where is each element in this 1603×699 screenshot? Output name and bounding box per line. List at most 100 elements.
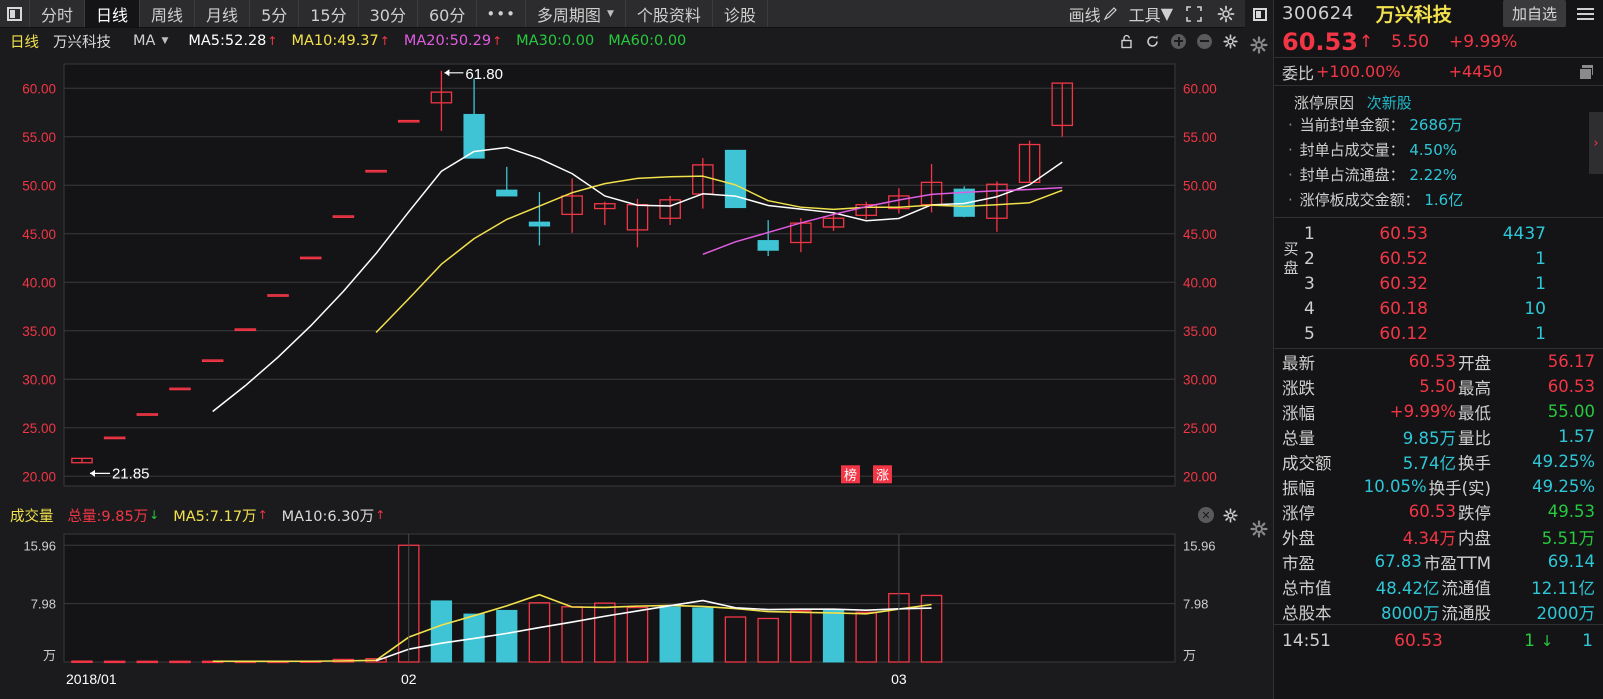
tab-60min[interactable]: 60分 bbox=[418, 0, 478, 27]
stat-value-left: 60.53 bbox=[1408, 352, 1456, 371]
current-price: 60.53 bbox=[1282, 28, 1358, 56]
price-chart[interactable]: 60.00 60.00 55.00 55.00 50.00 50.00 45.00 45.00… bbox=[0, 54, 1245, 502]
bid-price: 60.53 bbox=[1379, 223, 1428, 244]
chart-badge[interactable]: 涨 bbox=[876, 468, 889, 483]
stat-value-right: 49.25% bbox=[1532, 452, 1595, 471]
volume-settings-gear-icon[interactable] bbox=[1222, 507, 1239, 524]
price-axis-label-right: 25.00 bbox=[1183, 421, 1217, 436]
stat-row: 总股本 8000万 流通股 2000万 bbox=[1274, 599, 1603, 624]
volume-ma5: MA5:7.17万 bbox=[173, 508, 257, 525]
reason-value: 4.50% bbox=[1409, 141, 1458, 159]
close-icon[interactable]: ✕ bbox=[1198, 507, 1214, 523]
zoom-in-icon[interactable] bbox=[1170, 33, 1187, 50]
reason-title-text: 涨停原因 bbox=[1294, 94, 1355, 112]
refresh-icon[interactable] bbox=[1144, 33, 1161, 50]
chart-badge[interactable]: 榜 bbox=[844, 467, 857, 483]
reason-tag[interactable]: 次新股 bbox=[1367, 94, 1412, 112]
stat-value-left: 9.85万 bbox=[1402, 428, 1456, 448]
volume-axis-label-right: 15.96 bbox=[1183, 538, 1216, 553]
bullet-icon: · bbox=[1288, 191, 1293, 209]
price-axis-label-right: 50.00 bbox=[1183, 178, 1217, 193]
volume-unit-left: 万 bbox=[43, 649, 56, 664]
tab-zhouxian[interactable]: 周线 bbox=[140, 0, 196, 27]
up-arrow-icon: ↑ bbox=[1358, 32, 1374, 52]
price-axis-label-right: 45.00 bbox=[1183, 227, 1217, 242]
tab-rixian[interactable]: 日线 bbox=[85, 0, 141, 27]
up-arrow-icon: ↑ bbox=[492, 34, 503, 48]
right-settings-gear-icon[interactable] bbox=[1250, 36, 1268, 58]
stock-info-button[interactable]: 个股资料 bbox=[626, 0, 713, 27]
stat-label-left: 市盈 bbox=[1282, 553, 1315, 573]
bid-row[interactable]: 2 60.52 1 bbox=[1274, 246, 1603, 271]
bid-level: 2 bbox=[1304, 248, 1315, 269]
tools-button[interactable]: 工具 ▼ bbox=[1123, 2, 1179, 26]
bid-qty: 1 bbox=[1535, 323, 1546, 344]
volume-total: 总量:9.85万 bbox=[67, 508, 149, 525]
stat-label-right: 跌停 bbox=[1458, 503, 1491, 523]
stock-code: 300624 bbox=[1282, 3, 1354, 24]
bid-row[interactable]: 1 60.53 4437 bbox=[1274, 221, 1603, 246]
stock-detail-body: 300624 万兴科技 加自选 60.53 ↑ 5.50 +9.99% 委比 +… bbox=[1274, 0, 1603, 699]
stat-label-right: 流通值 bbox=[1441, 578, 1492, 598]
tab-15min[interactable]: 15分 bbox=[299, 0, 359, 27]
chart-region: 分时 日线 周线 月线 5分 15分 30分 60分 ••• 多周期图 ▼ 个股… bbox=[0, 0, 1245, 699]
reason-value: 1.6亿 bbox=[1424, 191, 1464, 209]
volume-axis-label-left: 15.96 bbox=[23, 538, 56, 553]
tab-yuexian[interactable]: 月线 bbox=[195, 0, 251, 27]
tab-30min[interactable]: 30分 bbox=[359, 0, 418, 27]
bid-price: 60.18 bbox=[1379, 298, 1428, 319]
stat-value-right: 5.51万 bbox=[1541, 528, 1595, 548]
multi-period-label: 多周期图 bbox=[536, 5, 601, 25]
zoom-out-icon[interactable] bbox=[1196, 33, 1213, 50]
stats-table: 最新 60.53 开盘 56.17 涨跌 5.50 最高 60.53 涨幅 +9.99% 最低 55.… bbox=[1274, 348, 1603, 624]
stat-value-right: 55.00 bbox=[1547, 402, 1595, 421]
stat-row: 成交额 5.74亿 换手 49.25% bbox=[1274, 449, 1603, 474]
draw-line-button[interactable]: 画线 bbox=[1063, 2, 1123, 26]
tab-fenshi[interactable]: 分时 bbox=[30, 0, 86, 27]
chevron-down-icon: ▼ bbox=[1160, 4, 1173, 23]
stat-label-left: 振幅 bbox=[1282, 478, 1315, 498]
tab-5min[interactable]: 5分 bbox=[250, 0, 300, 27]
expand-panel-arrow-icon[interactable]: › bbox=[1589, 112, 1603, 174]
price-change: 5.50 bbox=[1391, 32, 1430, 52]
diagnose-button[interactable]: 诊股 bbox=[713, 0, 768, 27]
add-to-watchlist-button[interactable]: 加自选 bbox=[1502, 0, 1566, 27]
price-axis-label-left: 50.00 bbox=[22, 178, 56, 193]
volume-chart[interactable]: 15.96 15.96 7.98 7.98 万 万 2018/01 02 03 bbox=[0, 528, 1245, 696]
chart-settings-gear-icon[interactable] bbox=[1222, 33, 1239, 50]
fullscreen-button[interactable] bbox=[1179, 5, 1211, 23]
stat-row: 涨停 60.53 跌停 49.53 bbox=[1274, 499, 1603, 524]
low-price-annotation: 21.85 bbox=[112, 465, 150, 482]
volume-unit-right: 万 bbox=[1183, 649, 1196, 664]
top-toolbar: 分时 日线 周线 月线 5分 15分 30分 60分 ••• 多周期图 ▼ 个股… bbox=[0, 0, 1245, 28]
bullet-icon: · bbox=[1288, 166, 1293, 184]
stat-label-left: 涨停 bbox=[1282, 503, 1315, 523]
chevron-down-icon[interactable]: ▼ bbox=[161, 36, 168, 46]
bid-row[interactable]: 4 60.18 10 bbox=[1274, 296, 1603, 321]
draw-line-label: 画线 bbox=[1068, 5, 1101, 25]
multi-period-chart-button[interactable]: 多周期图 ▼ bbox=[526, 0, 626, 27]
reason-label: 封单占成交量： bbox=[1299, 141, 1405, 159]
stat-value-right: 49.25% bbox=[1532, 477, 1595, 496]
hamburger-menu-icon[interactable] bbox=[1572, 7, 1598, 20]
ma-stock-name: 万兴科技 bbox=[53, 34, 111, 51]
stat-label-left: 涨跌 bbox=[1282, 378, 1315, 398]
stat-label-right: 换手(实) bbox=[1428, 478, 1491, 498]
ma-type-label[interactable]: MA bbox=[133, 33, 155, 49]
reason-label: 涨停板成交金额： bbox=[1299, 191, 1420, 209]
volume-axis-label-left: 7.98 bbox=[31, 597, 56, 612]
bid-row[interactable]: 3 60.32 1 bbox=[1274, 271, 1603, 296]
lock-icon[interactable] bbox=[1118, 33, 1135, 50]
right-panel-toggle-icon[interactable] bbox=[1245, 0, 1274, 29]
stock-detail-panel: 300624 万兴科技 加自选 60.53 ↑ 5.50 +9.99% 委比 +… bbox=[1245, 0, 1603, 699]
right-settings-gear-icon-bottom[interactable] bbox=[1250, 520, 1268, 542]
price-axis-label-left: 40.00 bbox=[22, 275, 56, 290]
reason-row: · 当前封单金额： 2686万 bbox=[1274, 113, 1603, 138]
panel-toggle-icon[interactable] bbox=[0, 0, 30, 27]
more-periods-button[interactable]: ••• bbox=[477, 0, 526, 27]
stat-label-right: 流通股 bbox=[1441, 603, 1492, 623]
settings-button[interactable] bbox=[1211, 5, 1241, 23]
copy-icon[interactable] bbox=[1579, 65, 1593, 80]
bid-row[interactable]: 5 60.12 1 bbox=[1274, 321, 1603, 346]
tools-label: 工具 bbox=[1128, 5, 1161, 25]
